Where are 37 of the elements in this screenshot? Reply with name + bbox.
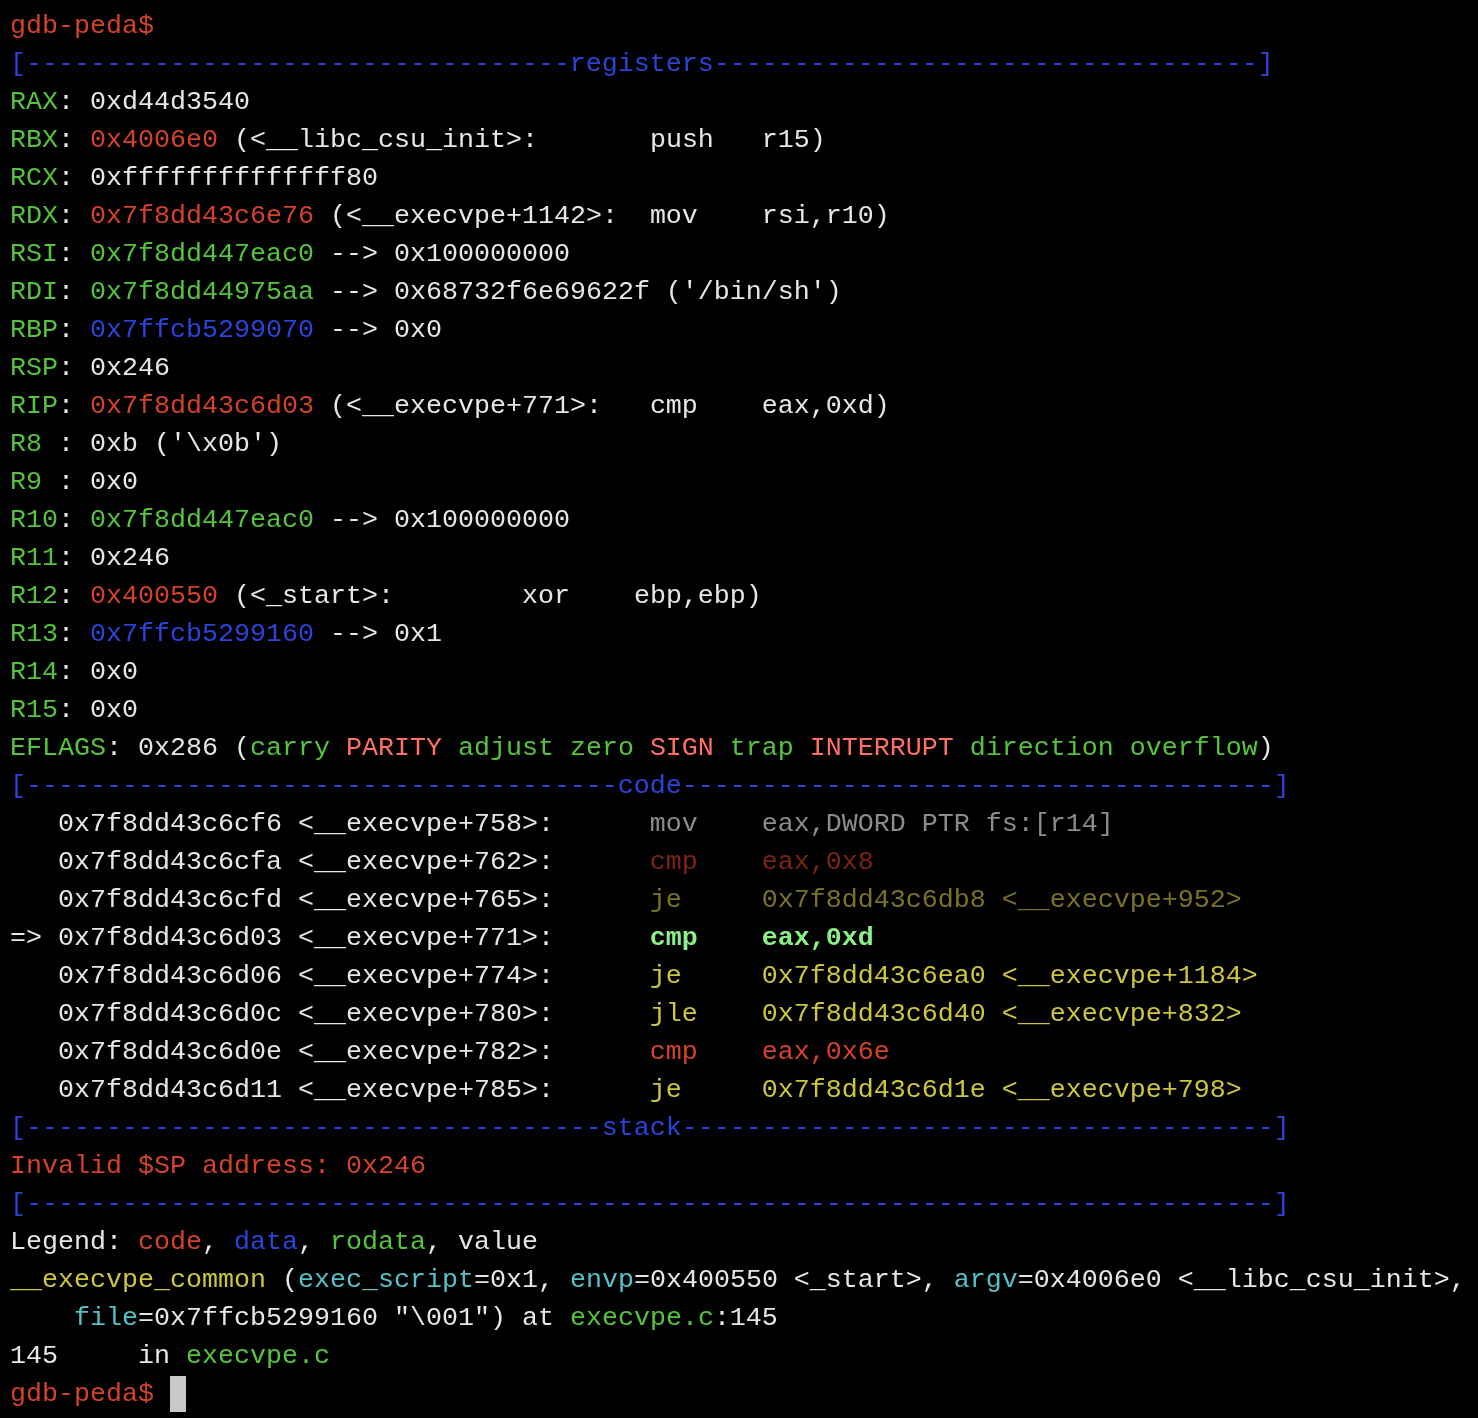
register-line: R10: 0x7f8dd447eac0 --> 0x100000000 (10, 504, 570, 537)
prompt-line: gdb-peda$ (10, 10, 154, 43)
disassembly-line: 0x7f8dd43c6cfa <__execvpe+762>: cmp eax,0x8 (57, 846, 874, 879)
disassembly-line: 0x7f8dd43c6d11 <__execvpe+785>: je 0x7f8dd43c6d1e <__execvpe+798> (57, 1074, 1242, 1107)
register-line: RBP: 0x7ffcb5299070 --> 0x0 (10, 314, 442, 347)
prompt-line: gdb-peda$ (10, 1378, 154, 1411)
separator-line: [------------------------------------stack-------------------------------------] (10, 1112, 1290, 1145)
register-line: RIP: 0x7f8dd43c6d03 (<__execvpe+771>: cmp eax,0xd) (10, 390, 890, 423)
register-line: R8 : 0xb ('\x0b') (10, 428, 282, 461)
register-line: RSP: 0x246 (10, 352, 170, 385)
disassembly-line: 0x7f8dd43c6d0e <__execvpe+782>: cmp eax,0x6e (57, 1036, 890, 1069)
output-line: __execvpe_common (exec_script=0x1, envp=0x400550 <_start>, argv=0x4006e0 <__libc_csu_init>, (10, 1264, 1466, 1297)
register-line: R12: 0x400550 (<_start>: xor ebp,ebp) (10, 580, 762, 613)
register-line: R15: 0x0 (10, 694, 138, 727)
register-line: R13: 0x7ffcb5299160 --> 0x1 (10, 618, 442, 651)
register-line: RSI: 0x7f8dd447eac0 --> 0x100000000 (10, 238, 570, 271)
disassembly-line: 0x7f8dd43c6cfd <__execvpe+765>: je 0x7f8dd43c6db8 <__execvpe+952> (57, 884, 1242, 917)
register-line: RBX: 0x4006e0 (<__libc_csu_init>: push r15) (10, 124, 826, 157)
separator-line: [------------------------------------------------------------------------------] (10, 1188, 1290, 1221)
disassembly-line: 0x7f8dd43c6cf6 <__execvpe+758>: mov eax,DWORD PTR fs:[r14] (57, 808, 1114, 841)
output-line: file=0x7ffcb5299160 "\001") at execvpe.c:145 (74, 1302, 778, 1335)
register-line: RDI: 0x7f8dd44975aa --> 0x68732f6e69622f ('/bin/sh') (10, 276, 842, 309)
register-line: R9 : 0x0 (10, 466, 138, 499)
disassembly-line: 0x7f8dd43c6d0c <__execvpe+780>: jle 0x7f8dd43c6d40 <__execvpe+832> (57, 998, 1242, 1031)
error-message: Invalid $SP address: 0x246 (10, 1150, 426, 1183)
disassembly-line: => 0x7f8dd43c6d03 <__execvpe+771>: cmp eax,0xd (10, 922, 874, 955)
separator-line: [----------------------------------registers----------------------------------] (10, 48, 1274, 81)
register-line: RDX: 0x7f8dd43c6e76 (<__execvpe+1142>: mov rsi,r10) (10, 200, 890, 233)
separator-line: [-------------------------------------code-------------------------------------] (10, 770, 1290, 803)
register-line: RCX: 0xffffffffffffff80 (10, 162, 378, 195)
disassembly-line: 0x7f8dd43c6d06 <__execvpe+774>: je 0x7f8dd43c6ea0 <__execvpe+1184> (57, 960, 1258, 993)
output-line: 145 in execvpe.c (10, 1340, 330, 1373)
register-line: R11: 0x246 (10, 542, 170, 575)
output-line: Legend: code, data, rodata, value (10, 1226, 538, 1259)
register-line: EFLAGS: 0x286 (carry PARITY adjust zero SIGN trap INTERRUPT direction overflow) (10, 732, 1274, 765)
register-line: RAX: 0xd44d3540 (10, 86, 250, 119)
register-line: R14: 0x0 (10, 656, 138, 689)
